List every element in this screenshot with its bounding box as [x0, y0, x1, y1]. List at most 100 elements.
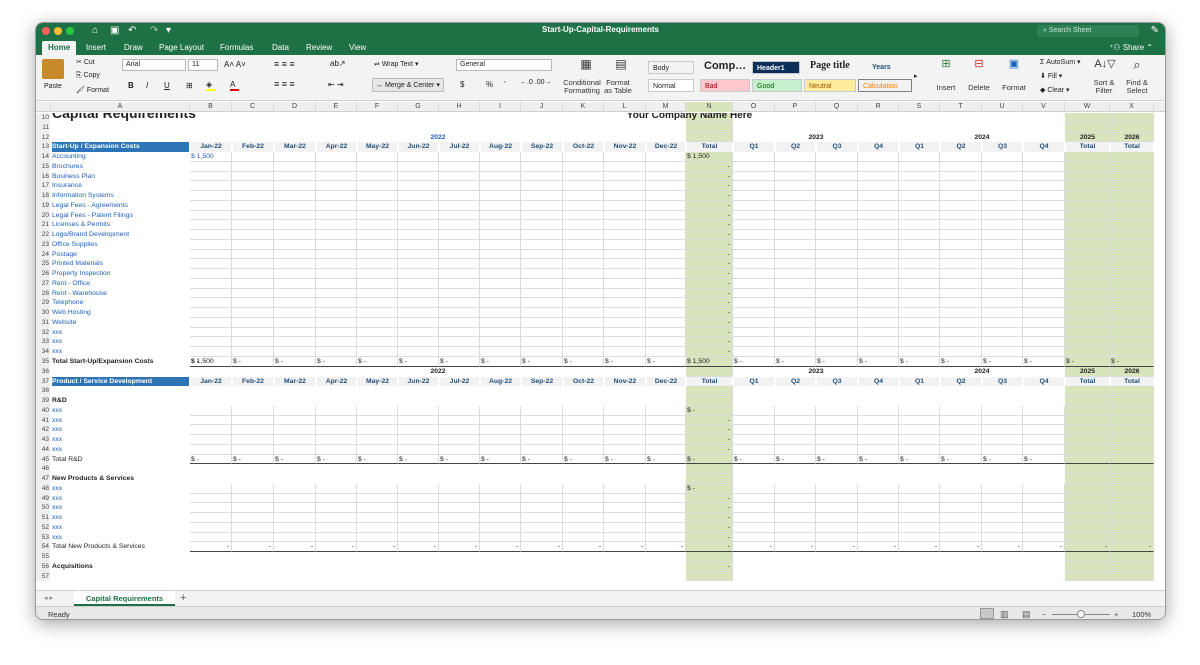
row-number[interactable]: 11: [36, 122, 50, 133]
total-column-cell[interactable]: [1110, 113, 1154, 123]
grid-cell[interactable]: [521, 435, 563, 445]
total-cell[interactable]: -: [1111, 542, 1153, 552]
grid-cell[interactable]: [733, 298, 775, 309]
grid-cell[interactable]: [480, 532, 521, 543]
grid-cell[interactable]: [480, 278, 521, 289]
grid-cell[interactable]: [816, 337, 858, 348]
quarter-header[interactable]: Q4: [1024, 142, 1064, 153]
grid-cell[interactable]: [816, 513, 858, 523]
grid-cell[interactable]: [940, 532, 982, 543]
total-dash[interactable]: -: [687, 533, 732, 543]
grid-cell[interactable]: [563, 337, 604, 348]
grid-cell[interactable]: [816, 308, 858, 318]
row-number[interactable]: 25: [36, 259, 50, 270]
grid-cell[interactable]: [480, 210, 521, 221]
list-item[interactable]: Printed Materials: [52, 259, 189, 269]
column-header-i[interactable]: I: [480, 102, 521, 112]
grid-cell[interactable]: [858, 444, 899, 455]
grid-cell[interactable]: [646, 415, 686, 426]
grid-cell[interactable]: [816, 269, 858, 279]
grid-cell[interactable]: [480, 269, 521, 279]
grid-cell[interactable]: [274, 259, 316, 270]
grid-cell[interactable]: [1023, 259, 1065, 270]
grid-cell[interactable]: [604, 493, 646, 504]
grid-cell[interactable]: [190, 444, 232, 455]
grid-cell[interactable]: [190, 200, 232, 211]
grid-cell[interactable]: [274, 317, 316, 328]
grid-cell[interactable]: [190, 210, 232, 221]
grid-cell[interactable]: [232, 191, 274, 201]
year-2023-label[interactable]: 2023: [734, 133, 898, 143]
tab-formulas[interactable]: Formulas: [214, 41, 259, 55]
row-number[interactable]: 36: [36, 366, 50, 377]
grid-cell[interactable]: [398, 249, 439, 260]
grid-cell[interactable]: [357, 503, 398, 514]
grid-cell[interactable]: [1110, 259, 1154, 270]
delete-cells-button[interactable]: Delete: [964, 83, 994, 92]
grid-cell[interactable]: [563, 493, 604, 504]
grid-cell[interactable]: [274, 200, 316, 211]
quarter-header[interactable]: Q4: [859, 142, 898, 153]
total-cell[interactable]: $ -: [817, 357, 857, 367]
grid-cell[interactable]: [858, 425, 899, 436]
zoom-in-button[interactable]: +: [1114, 607, 1118, 619]
grid-cell[interactable]: [858, 493, 899, 504]
total-dash[interactable]: -: [687, 318, 732, 328]
grid-cell[interactable]: [316, 327, 357, 338]
month-header[interactable]: Jun-22: [399, 376, 438, 387]
grid-cell[interactable]: [940, 483, 982, 494]
grid-cell[interactable]: [357, 308, 398, 318]
grid-cell[interactable]: [733, 308, 775, 318]
grid-cell[interactable]: [1110, 171, 1154, 182]
total-dash[interactable]: -: [687, 523, 732, 533]
grid-cell[interactable]: [858, 435, 899, 445]
grid-cell[interactable]: [604, 288, 646, 299]
grid-cell[interactable]: [940, 444, 982, 455]
quarter-header[interactable]: Q3: [817, 142, 857, 153]
total-cell[interactable]: $ -: [191, 455, 231, 465]
grid-cell[interactable]: [190, 288, 232, 299]
grid-cell[interactable]: [604, 210, 646, 221]
row-number[interactable]: 31: [36, 317, 50, 328]
grid-cell[interactable]: [940, 513, 982, 523]
total-cell[interactable]: -: [734, 542, 774, 552]
grid-cell[interactable]: [775, 181, 816, 192]
total-cell[interactable]: -: [687, 542, 732, 552]
list-item[interactable]: Logo/Brand Development: [52, 230, 189, 240]
style-calculation[interactable]: Calculation: [858, 79, 912, 92]
grid-cell[interactable]: [480, 220, 521, 231]
total-header[interactable]: Total: [687, 376, 732, 387]
grid-cell[interactable]: [982, 308, 1023, 318]
total-cell[interactable]: -: [817, 542, 857, 552]
total-dash[interactable]: -: [687, 337, 732, 347]
grid-cell[interactable]: [1110, 249, 1154, 260]
grid-cell[interactable]: [899, 435, 940, 445]
total-cell[interactable]: -: [647, 542, 685, 552]
grid-cell[interactable]: [232, 298, 274, 309]
grid-cell[interactable]: [563, 503, 604, 514]
grid-cell[interactable]: [316, 483, 357, 494]
grid-cell[interactable]: [563, 191, 604, 201]
style-bad[interactable]: Bad: [700, 79, 750, 92]
grid-cell[interactable]: [775, 200, 816, 211]
grid-cell[interactable]: [646, 259, 686, 270]
quarter-header[interactable]: Q2: [941, 376, 981, 387]
row-number[interactable]: 45: [36, 454, 50, 465]
grid-cell[interactable]: [646, 288, 686, 299]
tab-view[interactable]: View: [343, 41, 372, 55]
grid-cell[interactable]: [899, 249, 940, 260]
grid-cell[interactable]: [274, 249, 316, 260]
grid-cell[interactable]: [439, 171, 480, 182]
grid-cell[interactable]: [274, 532, 316, 543]
grid-cell[interactable]: [858, 308, 899, 318]
grid-cell[interactable]: [1065, 298, 1110, 309]
grid-cell[interactable]: [232, 532, 274, 543]
grid-cell[interactable]: [1023, 415, 1065, 426]
grid-cell[interactable]: [733, 522, 775, 533]
grid-cell[interactable]: [274, 269, 316, 279]
zoom-out-button[interactable]: −: [1042, 607, 1046, 619]
find-select-button[interactable]: Find & Select: [1122, 79, 1152, 95]
grid-cell[interactable]: [816, 483, 858, 494]
grid-cell[interactable]: [357, 278, 398, 289]
grid-cell[interactable]: [232, 415, 274, 426]
